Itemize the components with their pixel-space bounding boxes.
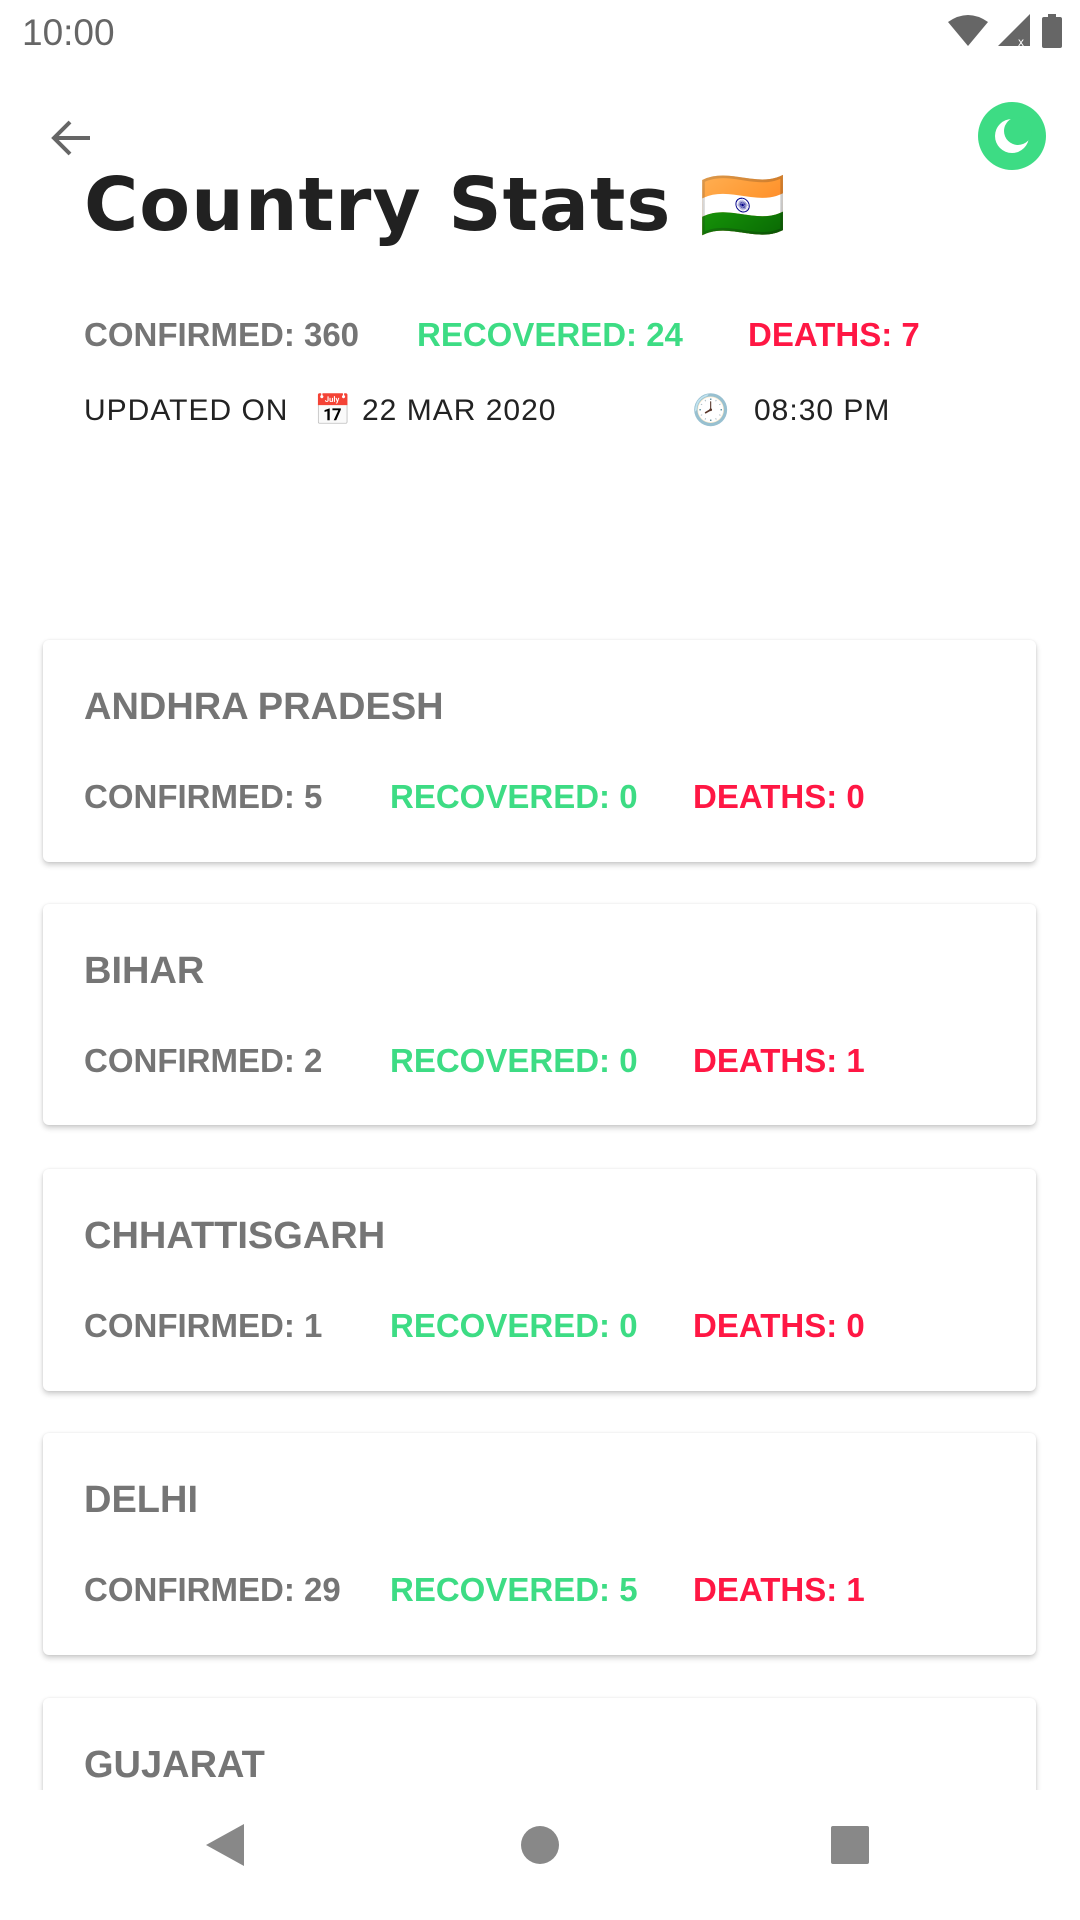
wifi-icon: [948, 15, 988, 46]
recovered-count: RECOVERED: 0: [390, 778, 638, 815]
deaths-count: DEATHS: 0: [693, 1307, 865, 1344]
nav-recents-icon[interactable]: [830, 1822, 870, 1868]
confirmed-count: CONFIRMED: 360: [84, 316, 360, 353]
state-name: GUJARAT: [84, 1744, 265, 1786]
title-text: Country Stats: [84, 162, 672, 248]
back-arrow-icon[interactable]: [46, 112, 98, 164]
page-title: Country Stats 🇮🇳: [84, 162, 788, 248]
state-name: DELHI: [84, 1479, 198, 1521]
deaths-count: DEATHS: 7: [748, 316, 920, 353]
recovered-count: RECOVERED: 5: [390, 1571, 638, 1608]
recovered-count: RECOVERED: 0: [390, 1307, 638, 1344]
deaths-count: DEATHS: 1: [693, 1042, 865, 1079]
updated-time: 08:30 PM: [754, 393, 891, 427]
confirmed-count: CONFIRMED: 29: [84, 1571, 341, 1608]
confirmed-count: CONFIRMED: 2: [84, 1042, 323, 1079]
confirmed-count: CONFIRMED: 1: [84, 1307, 323, 1344]
updated-on: UPDATED ON 📅 22 MAR 2020 🕗 08:30 PM: [84, 393, 890, 428]
updated-date: 22 MAR 2020: [362, 393, 557, 427]
navigation-bar: [0, 1790, 1080, 1920]
nav-home-icon[interactable]: [519, 1822, 561, 1868]
dark-mode-toggle[interactable]: [978, 102, 1046, 170]
country-summary: CONFIRMED: 360 RECOVERED: 24 DEATHS: 7: [84, 316, 920, 354]
battery-icon: [1042, 14, 1062, 48]
updated-label: UPDATED ON: [84, 393, 289, 427]
nav-back-icon[interactable]: [204, 1822, 248, 1868]
state-card[interactable]: DELHI CONFIRMED: 29 RECOVERED: 5 DEATHS: 1: [43, 1433, 1036, 1655]
status-time: 10:00: [22, 12, 115, 53]
clock-icon: 🕗: [692, 394, 731, 427]
india-flag-icon: 🇮🇳: [699, 163, 788, 246]
calendar-icon: 📅: [314, 394, 353, 427]
signal-icon: x: [998, 14, 1030, 48]
state-card[interactable]: ANDHRA PRADESH CONFIRMED: 5 RECOVERED: 0 D…: [43, 640, 1036, 862]
deaths-count: DEATHS: 1: [693, 1571, 865, 1608]
state-card[interactable]: BIHAR CONFIRMED: 2 RECOVERED: 0 DEATHS: 1: [43, 904, 1036, 1125]
state-name: BIHAR: [84, 950, 205, 992]
state-name: CHHATTISGARH: [84, 1215, 386, 1257]
state-name: ANDHRA PRADESH: [84, 686, 444, 728]
svg-text:x: x: [1018, 35, 1024, 48]
recovered-count: RECOVERED: 0: [390, 1042, 638, 1079]
recovered-count: RECOVERED: 24: [417, 316, 683, 353]
system-icons: x: [948, 14, 1062, 48]
moon-icon: [995, 117, 1032, 153]
state-card[interactable]: CHHATTISGARH CONFIRMED: 1 RECOVERED: 0 DEA…: [43, 1169, 1036, 1391]
confirmed-count: CONFIRMED: 5: [84, 778, 323, 815]
deaths-count: DEATHS: 0: [693, 778, 865, 815]
